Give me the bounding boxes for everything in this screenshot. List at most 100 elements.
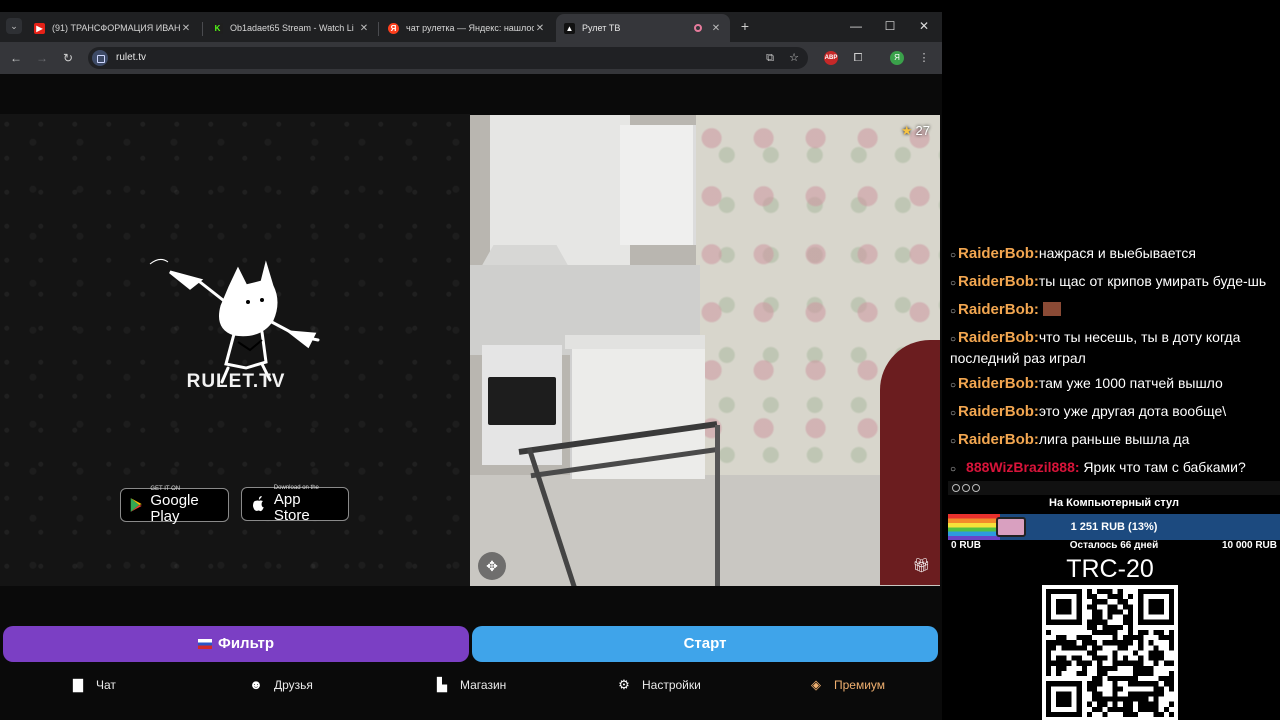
reload-icon[interactable]: ↻ bbox=[60, 50, 76, 66]
minimize-icon[interactable]: — bbox=[846, 18, 866, 34]
install-app-icon[interactable]: ⧉ bbox=[762, 50, 778, 66]
qr-module bbox=[1138, 691, 1144, 697]
qr-module bbox=[1153, 686, 1159, 692]
recording-icon bbox=[694, 24, 702, 32]
qr-module bbox=[1097, 670, 1103, 677]
chat-message: ○ RaiderBob:лига раньше вышла да bbox=[948, 430, 1278, 451]
qr-module bbox=[1097, 645, 1103, 651]
bookmark-star-icon[interactable]: ☆ bbox=[786, 50, 802, 66]
qr-module bbox=[1158, 711, 1164, 717]
new-tab-button[interactable]: + bbox=[738, 18, 752, 34]
qr-module bbox=[1158, 691, 1164, 697]
qr-module bbox=[1133, 665, 1139, 671]
qr-module bbox=[1056, 670, 1062, 677]
qr-module bbox=[1153, 701, 1159, 707]
filter-button[interactable]: Фильтр bbox=[3, 626, 469, 662]
google-play-button[interactable]: GET IT ON Google Play bbox=[120, 486, 229, 525]
chat-message: ○ RaiderBob:нажрася и выебывается bbox=[948, 244, 1278, 265]
forward-arrow-icon[interactable]: → bbox=[34, 50, 50, 66]
start-button[interactable]: Старт bbox=[472, 626, 938, 662]
qr-module bbox=[1158, 629, 1164, 636]
qr-module bbox=[1138, 660, 1144, 666]
qr-module bbox=[1107, 594, 1113, 600]
qr-module bbox=[1122, 604, 1128, 610]
qr-module bbox=[1092, 629, 1098, 636]
nav-shop[interactable]: ▙ Магазин bbox=[434, 676, 506, 694]
gift-icon[interactable]: 🎁︎ bbox=[912, 557, 930, 574]
qr-module bbox=[1148, 701, 1154, 707]
menu-kebab-icon[interactable]: ⋮ bbox=[916, 50, 932, 66]
qr-module bbox=[1112, 676, 1118, 682]
qr-module bbox=[1138, 670, 1144, 677]
qr-module bbox=[1112, 686, 1118, 692]
qr-module bbox=[1086, 701, 1093, 707]
close-window-icon[interactable]: ✕ bbox=[914, 18, 934, 34]
filter-label: Фильтр bbox=[218, 635, 274, 652]
app-store-button[interactable]: Download on the App Store bbox=[241, 485, 349, 524]
shop-bag-icon: ▙ bbox=[437, 677, 447, 692]
star-icon: ★ bbox=[900, 123, 913, 138]
address-bar[interactable]: rulet.tv bbox=[88, 47, 808, 69]
qr-module bbox=[1102, 711, 1108, 717]
qr-module bbox=[1107, 640, 1113, 646]
maximize-icon[interactable]: ☐ bbox=[880, 18, 900, 34]
qr-module bbox=[1117, 645, 1123, 651]
profile-avatar[interactable]: Я bbox=[890, 51, 904, 65]
qr-module bbox=[1056, 665, 1062, 671]
extensions-icon[interactable]: ⧠ bbox=[850, 50, 866, 66]
qr-module bbox=[1046, 670, 1052, 677]
tab-youtube[interactable]: ▶ (91) ТРАНСФОРМАЦИЯ ИВАНА ✕ bbox=[26, 14, 200, 42]
qr-module bbox=[1168, 660, 1174, 666]
qr-module bbox=[1122, 706, 1128, 712]
qr-module bbox=[1143, 665, 1149, 671]
qr-module bbox=[1117, 609, 1123, 615]
qr-module bbox=[1168, 629, 1174, 636]
qr-module bbox=[1133, 676, 1139, 682]
close-tab-icon[interactable]: ✕ bbox=[358, 23, 370, 34]
close-tab-icon[interactable]: ✕ bbox=[180, 23, 192, 34]
bullet-icon: ○ bbox=[950, 250, 957, 261]
qr-module bbox=[1107, 676, 1113, 682]
qr-module bbox=[1086, 619, 1093, 625]
qr-module bbox=[1081, 640, 1087, 646]
tab-kick[interactable]: K Ob1adaet65 Stream - Watch Li ✕ bbox=[204, 14, 378, 42]
chat-username: RaiderBob: bbox=[958, 431, 1039, 448]
video-person bbox=[880, 340, 940, 585]
adblock-icon[interactable]: ABP bbox=[824, 51, 838, 65]
qr-module bbox=[1107, 604, 1113, 610]
chat-icon: ▇ bbox=[73, 677, 83, 692]
chat-text: Ярик что там с бабками? bbox=[1079, 459, 1246, 475]
tab-rulet[interactable]: ▲ Рулет ТВ ✕ bbox=[556, 14, 730, 42]
nav-premium[interactable]: ◈ Премиум bbox=[808, 676, 885, 694]
qr-module bbox=[1097, 660, 1103, 666]
qr-module bbox=[1081, 635, 1087, 641]
qr-module bbox=[1127, 619, 1134, 625]
qr-module bbox=[1107, 614, 1113, 620]
gamepad-icon[interactable]: ✥ bbox=[478, 552, 506, 580]
qr-finder bbox=[1056, 599, 1072, 615]
video-shelf bbox=[620, 125, 696, 245]
qr-module bbox=[1102, 619, 1108, 625]
qr-module bbox=[1138, 706, 1144, 712]
close-tab-icon[interactable]: ✕ bbox=[534, 23, 546, 34]
qr-module bbox=[1061, 645, 1067, 651]
qr-module bbox=[1092, 706, 1098, 712]
back-arrow-icon[interactable]: ← bbox=[8, 50, 24, 66]
qr-module bbox=[1107, 629, 1113, 636]
site-info-icon[interactable] bbox=[92, 50, 108, 66]
rulet-logo-text: RULET.TV bbox=[186, 371, 286, 392]
qr-module bbox=[1102, 701, 1108, 707]
qr-code-image bbox=[1046, 589, 1174, 717]
qr-module bbox=[1097, 614, 1103, 620]
qr-module bbox=[1097, 655, 1103, 661]
qr-module bbox=[1143, 691, 1149, 697]
nav-settings[interactable]: ⚙ Настройки bbox=[616, 676, 701, 694]
qr-module bbox=[1076, 670, 1082, 677]
close-tab-icon[interactable]: ✕ bbox=[710, 23, 722, 34]
nav-chat[interactable]: ▇ Чат bbox=[70, 676, 116, 694]
tab-search-button[interactable]: ⌄ bbox=[6, 18, 22, 34]
tab-yandex[interactable]: Я чат рулетка — Яндекс: нашлос ✕ bbox=[380, 14, 554, 42]
qr-module bbox=[1148, 691, 1154, 697]
qr-module bbox=[1066, 645, 1072, 651]
nav-friends[interactable]: ☻ Друзья bbox=[248, 676, 313, 694]
